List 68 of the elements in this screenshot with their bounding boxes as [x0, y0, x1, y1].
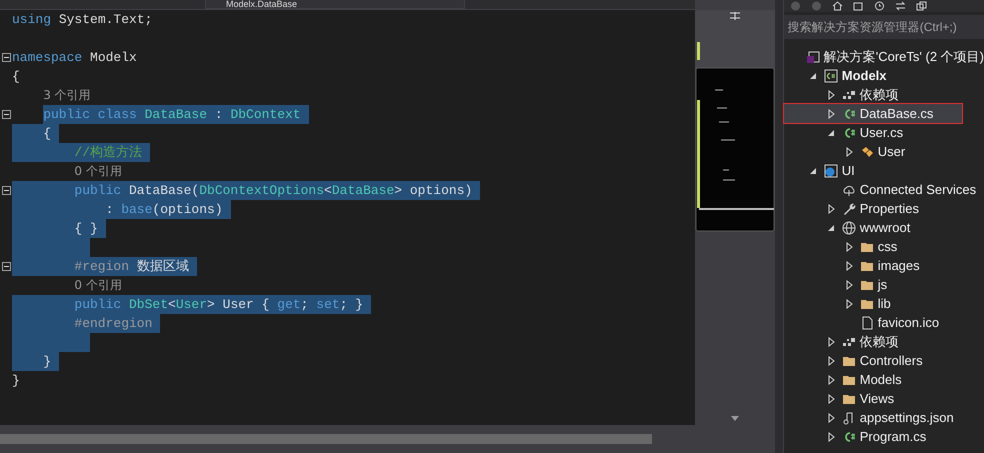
reference-count[interactable]: 0 个引用	[74, 276, 130, 295]
scrollbar-thumb[interactable]	[0, 434, 652, 444]
tree-item[interactable]: Modelx	[784, 66, 984, 85]
wrench-icon	[842, 202, 856, 216]
globe-icon	[842, 220, 856, 234]
tree-item[interactable]: 解决方案'CoreTs' (2 个项目)	[784, 47, 984, 66]
tree-item[interactable]: DataBase.cs	[784, 104, 962, 123]
code-line: }	[12, 372, 21, 390]
collapse-icon[interactable]	[2, 262, 10, 271]
tree-item[interactable]: Connected Services	[784, 180, 984, 199]
sync-icon[interactable]	[894, 1, 906, 11]
item-label: lib	[878, 296, 891, 311]
item-label: js	[878, 277, 888, 292]
item-label: UI	[842, 163, 855, 178]
tree-item[interactable]: UI	[784, 161, 984, 180]
tree-item[interactable]: 依赖项	[784, 332, 984, 351]
item-label: 解决方案'CoreTs' (2 个项目)	[824, 48, 984, 66]
code-line: {	[12, 68, 21, 86]
web-project-icon	[824, 164, 838, 178]
home-icon[interactable]	[832, 1, 843, 11]
item-label: favicon.ico	[878, 315, 940, 330]
tree-item[interactable]: Views	[784, 389, 984, 408]
tree-item[interactable]: appsettings.json	[784, 408, 984, 427]
tree-item[interactable]: js	[784, 275, 984, 294]
item-label: Connected Services	[860, 182, 976, 197]
window-icon[interactable]	[916, 1, 927, 11]
item-label: Controllers	[860, 353, 923, 368]
tree-item[interactable]: wwwroot	[784, 218, 984, 237]
tree-item[interactable]: Models	[784, 370, 984, 389]
item-label: css	[878, 239, 898, 254]
tree-item[interactable]: lib	[784, 294, 984, 313]
tree-item[interactable]: images	[784, 256, 984, 275]
class-icon	[860, 144, 874, 158]
code-line: using System.Text;	[12, 11, 154, 29]
item-label: images	[878, 258, 920, 273]
tree-item[interactable]: Controllers	[784, 351, 984, 370]
tree-item[interactable]: css	[784, 237, 984, 256]
item-label: Program.cs	[860, 429, 926, 444]
member-dropdown[interactable]: Modelx.DataBase	[205, 0, 465, 9]
reference-count[interactable]: 3 个引用	[43, 86, 99, 105]
item-label: Views	[860, 391, 894, 406]
item-label: wwwroot	[860, 220, 910, 235]
search-field[interactable]: 搜索解决方案资源管理器(Ctrl+;)	[784, 15, 984, 39]
tree-item[interactable]: User	[784, 142, 984, 161]
collapse-icon[interactable]	[2, 186, 10, 195]
solution-icon	[806, 50, 820, 64]
item-label: 依赖项	[860, 332, 899, 350]
reference-count[interactable]: 0 个引用	[74, 162, 130, 181]
item-label: Models	[860, 372, 902, 387]
project-icon	[824, 68, 838, 82]
tree-item[interactable]: User.cs	[784, 123, 984, 142]
code-line: namespace Modelx	[12, 49, 138, 67]
item-label: 依赖项	[860, 86, 899, 104]
item-label: User	[878, 144, 906, 159]
tree-item[interactable]: 依赖项	[784, 85, 984, 104]
item-label: Modelx	[842, 68, 887, 83]
history-icon[interactable]	[874, 1, 885, 11]
collapse-icon[interactable]	[2, 53, 10, 62]
tree-item[interactable]: Program.cs	[784, 427, 984, 446]
collapse-icon[interactable]	[2, 110, 10, 119]
tree-item[interactable]: favicon.ico	[784, 313, 984, 332]
item-label: User.cs	[860, 125, 904, 140]
tree-item[interactable]: Properties	[784, 199, 984, 218]
item-label: DataBase.cs	[860, 106, 934, 121]
switch-view-icon[interactable]	[852, 1, 864, 11]
item-label: Properties	[860, 201, 919, 216]
item-label: appsettings.json	[860, 410, 954, 425]
file-icon	[860, 316, 874, 330]
